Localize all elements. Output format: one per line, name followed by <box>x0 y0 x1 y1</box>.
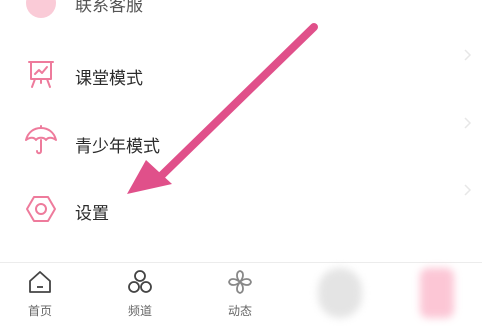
menu-item-contact-service[interactable]: 联系客服 <box>0 0 482 32</box>
tab-label: 动态 <box>227 304 252 318</box>
menu-item-label: 设置 <box>75 204 109 224</box>
hexagon-gear-icon <box>22 190 60 228</box>
menu-item-teen-mode[interactable]: 青少年模式 <box>0 115 482 171</box>
tab-channel[interactable]: 频道 <box>110 263 170 326</box>
tab-home[interactable]: 首页 <box>10 263 70 326</box>
chevron-right-icon <box>460 182 474 196</box>
tab-label: 首页 <box>27 304 52 318</box>
home-icon <box>27 269 53 295</box>
tab-label: 频道 <box>127 304 152 318</box>
menu-item-label: 青少年模式 <box>75 137 160 157</box>
side-menu: 联系客服 课堂模式 青少年模式 设置 <box>0 0 482 262</box>
headset-icon <box>22 0 60 22</box>
blurred-avatar <box>318 268 362 318</box>
bottom-tab-bar: 首页 频道 动态 <box>0 262 482 326</box>
pinwheel-icon <box>227 269 253 295</box>
umbrella-icon <box>22 122 60 160</box>
classroom-board-icon <box>22 55 60 93</box>
menu-item-settings[interactable]: 设置 <box>0 182 482 238</box>
menu-item-label: 课堂模式 <box>75 69 143 89</box>
chevron-right-icon <box>460 115 474 129</box>
channel-circles-icon <box>127 269 153 295</box>
menu-item-label: 联系客服 <box>75 0 143 16</box>
chevron-right-icon <box>460 47 474 61</box>
tab-dynamic[interactable]: 动态 <box>210 263 270 326</box>
blurred-pink-tab <box>420 268 454 318</box>
menu-item-classroom-mode[interactable]: 课堂模式 <box>0 47 482 103</box>
